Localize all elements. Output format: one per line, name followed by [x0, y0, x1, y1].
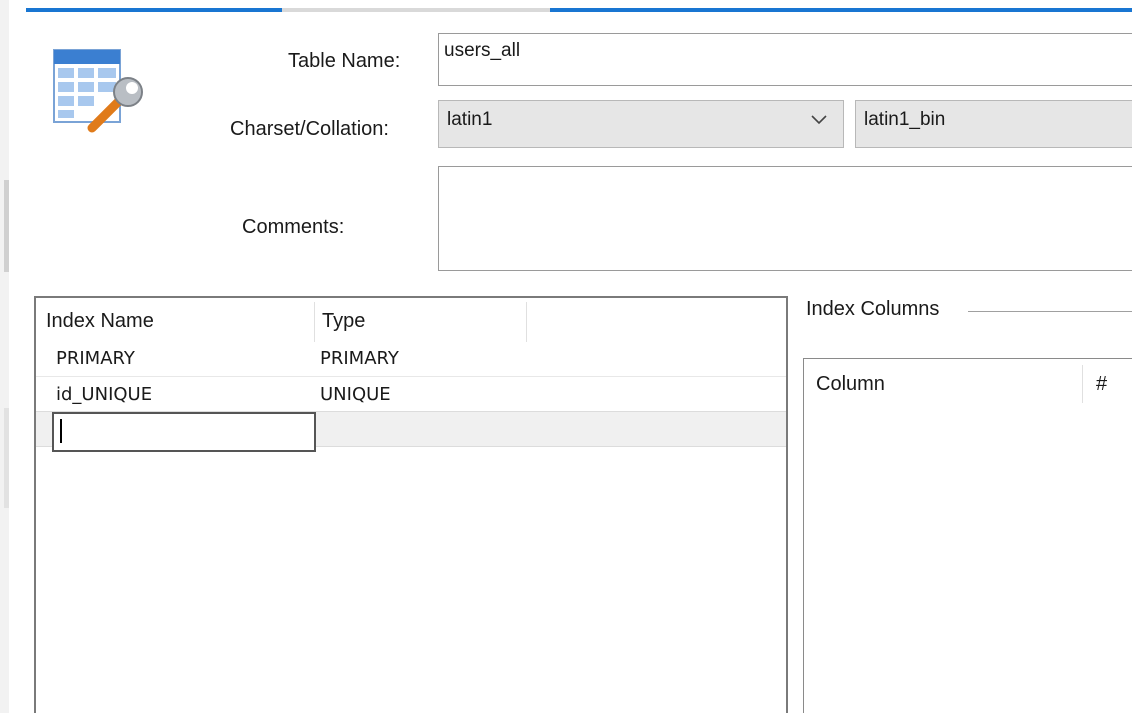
left-gutter: [0, 0, 9, 713]
group-divider: [968, 311, 1132, 312]
charset-select[interactable]: latin1: [438, 100, 844, 148]
tab-indicator: [550, 8, 1132, 12]
collation-value: latin1_bin: [864, 109, 946, 130]
index-name-cell: PRIMARY: [56, 348, 135, 369]
index-columns-list[interactable]: Column #: [803, 358, 1132, 713]
comments-label: Comments:: [242, 216, 345, 238]
table-row[interactable]: id_UNIQUE UNIQUE: [36, 380, 786, 412]
table-name-input[interactable]: users_all: [438, 33, 1132, 86]
chevron-down-icon: [809, 111, 829, 127]
column-divider[interactable]: [314, 302, 315, 342]
table-row[interactable]: PRIMARY PRIMARY: [36, 344, 786, 376]
index-columns-group-label: Index Columns: [806, 298, 940, 320]
row-divider: [36, 376, 786, 377]
gutter-scroll-mark-2: [4, 408, 9, 508]
table-name-label: Table Name:: [288, 50, 401, 72]
table-editor: Table Name: users_all Charset/Collation:…: [0, 0, 1132, 713]
gutter-scroll-mark: [4, 180, 9, 272]
comments-textarea[interactable]: [438, 166, 1132, 271]
index-name-cell: id_UNIQUE: [56, 384, 153, 405]
index-type-cell: PRIMARY: [320, 348, 399, 369]
column-header-order[interactable]: #: [1096, 373, 1107, 396]
active-tab-indicator: [26, 8, 282, 12]
column-header-index-name[interactable]: Index Name: [46, 310, 154, 333]
table-name-value: users_all: [444, 40, 521, 61]
column-divider[interactable]: [1082, 365, 1083, 403]
new-index-name-input[interactable]: [52, 412, 316, 452]
index-type-cell: UNIQUE: [320, 384, 391, 405]
column-header-type[interactable]: Type: [322, 310, 365, 333]
charset-value: latin1: [447, 109, 493, 130]
collation-select[interactable]: latin1_bin: [855, 100, 1132, 148]
tab-separator: [282, 8, 550, 12]
column-header-column[interactable]: Column: [816, 373, 885, 396]
charset-collation-label: Charset/Collation:: [230, 118, 389, 140]
column-divider[interactable]: [526, 302, 527, 342]
indexes-list[interactable]: Index Name Type PRIMARY PRIMARY id_UNIQU…: [34, 296, 788, 713]
text-caret: [60, 419, 62, 443]
table-wrench-icon: [52, 46, 148, 142]
